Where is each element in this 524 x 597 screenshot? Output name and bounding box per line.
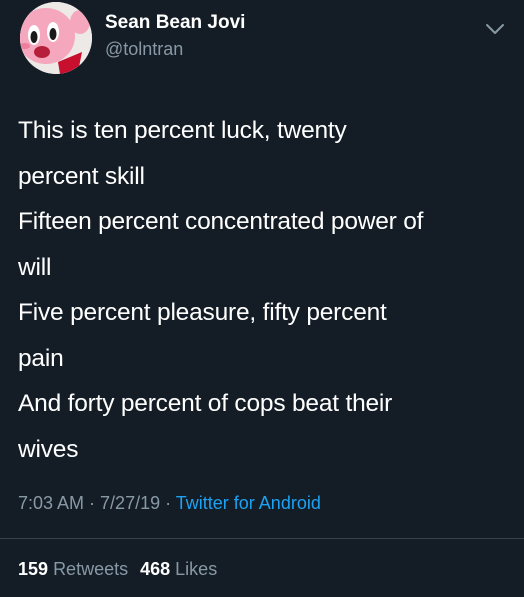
tweet-header: Sean Bean Jovi @tolntran [0, 0, 524, 90]
tweet-text-line: wives [18, 435, 79, 463]
chevron-down-icon[interactable] [485, 22, 505, 36]
likes-label[interactable]: Likes [175, 559, 217, 579]
tweet-text-line: will [18, 253, 52, 281]
tweet-text: This is ten percent luck, twenty percent… [18, 108, 513, 472]
kirby-avatar-icon [20, 2, 92, 74]
likes-count[interactable]: 468 [140, 559, 170, 579]
user-handle[interactable]: @tolntran [105, 39, 183, 60]
retweets-count[interactable]: 159 [18, 559, 48, 579]
tweet-text-line: Fifteen percent concentrated power of [18, 208, 424, 235]
divider [0, 538, 524, 539]
avatar[interactable] [20, 2, 92, 74]
display-name[interactable]: Sean Bean Jovi [105, 12, 245, 34]
tweet-source-link[interactable]: Twitter for Android [176, 493, 321, 513]
tweet-text-line: This is ten percent luck, twenty [18, 117, 347, 144]
tweet-text-line: percent skill [18, 162, 145, 190]
meta-separator: · [84, 493, 101, 513]
tweet-time[interactable]: 7:03 AM [18, 493, 84, 513]
tweet-meta: 7:03 AM · 7/27/19 · Twitter for Android [18, 493, 321, 514]
tweet-date[interactable]: 7/27/19 [100, 493, 160, 513]
meta-separator: · [160, 493, 176, 513]
tweet-card: Sean Bean Jovi @tolntran This is ten per… [0, 0, 524, 597]
tweet-text-line: And forty percent of cops beat their [18, 390, 393, 417]
tweet-text-line: pain [18, 344, 64, 372]
tweet-stats: 159 Retweets 468 Likes [18, 559, 217, 580]
tweet-text-line: Five percent pleasure, fifty percent [18, 299, 387, 326]
retweets-label[interactable]: Retweets [53, 559, 128, 579]
